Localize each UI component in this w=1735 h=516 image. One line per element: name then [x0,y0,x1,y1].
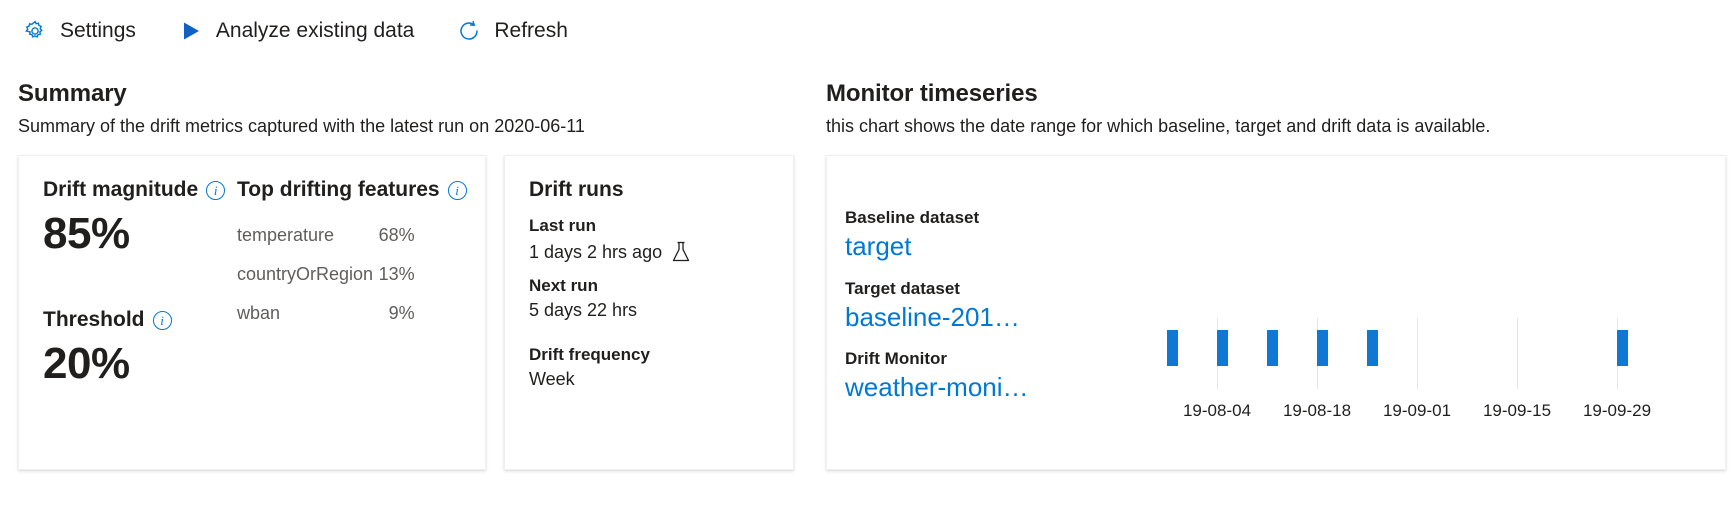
drift-runs-title: Drift runs [529,178,624,201]
chart-bar[interactable] [1167,330,1178,366]
drift-magnitude-header: Drift magnitude i [43,178,237,202]
gear-icon [22,18,48,44]
list-item: temperature 68% [237,216,467,255]
drift-frequency-label: Drift frequency [529,345,650,364]
x-axis-tick-label: 19-08-04 [1182,401,1252,420]
target-dataset-label: Target dataset [845,278,960,298]
top-drifting-features-block: Top drifting features i temperature 68% … [237,178,467,389]
timeseries-card: Baseline dataset target Target dataset b… [826,155,1726,470]
refresh-icon [456,18,482,44]
baseline-dataset-link[interactable]: target [845,230,1045,263]
x-axis-tick-label: 19-08-18 [1282,401,1352,420]
list-item: countryOrRegion 13% [237,255,467,294]
timeseries-card-row: Baseline dataset target Target dataset b… [826,155,1726,470]
monitor-timeseries-column: Monitor timeseries this chart shows the … [826,62,1726,470]
summary-cards-row: Drift magnitude i 85% Threshold i 20% To… [18,155,798,470]
next-run-label: Next run [529,276,598,295]
command-bar: Settings Analyze existing data Refresh [0,0,1735,62]
drift-monitor-label: Drift Monitor [845,349,947,368]
threshold-header: Threshold i [43,308,237,332]
list-item: wban 9% [237,294,467,333]
gridline [1417,318,1418,389]
chart-bar[interactable] [1217,330,1228,366]
summary-column: Summary Summary of the drift metrics cap… [18,62,798,470]
threshold-value: 20% [43,339,130,389]
baseline-dataset-label: Baseline dataset [845,208,980,227]
drift-magnitude-value: 85% [43,209,130,258]
last-run-label: Last run [529,216,597,235]
settings-label: Settings [60,19,136,42]
x-axis-tick-label: 19-09-01 [1382,401,1452,420]
target-dataset-link[interactable]: baseline-201… [845,301,1045,334]
top-drifting-features-info-icon[interactable]: i [447,180,467,200]
threshold-block: Threshold i 20% [43,308,237,388]
monitor-timeseries-title: Monitor timeseries [826,80,1038,107]
feature-percent: 68% [378,225,415,245]
play-icon [178,18,204,44]
refresh-label: Refresh [494,19,568,42]
drift-frequency-value: Week [529,369,575,389]
threshold-info-icon[interactable]: i [152,310,172,330]
threshold-label: Threshold [43,308,145,332]
x-axis-tick-label: 19-09-15 [1482,401,1552,420]
flask-icon[interactable] [670,240,692,264]
last-run-value-row: 1 days 2 hrs ago [529,240,769,264]
summary-subtitle: Summary of the drift metrics captured wi… [18,116,585,136]
chart-bar[interactable] [1617,330,1628,366]
drift-magnitude-label: Drift magnitude [43,178,199,201]
timeseries-chart: 19-08-04 19-08-18 19-09-01 19-09-15 19-0… [1045,178,1725,447]
gridline [1517,318,1518,389]
refresh-button[interactable]: Refresh [452,9,572,53]
top-drifting-features-label: Top drifting features [237,178,440,201]
chart-bar[interactable] [1317,330,1328,366]
feature-name: wban [237,303,281,323]
monitor-timeseries-subtitle: this chart shows the date range for whic… [826,116,1491,136]
top-drifting-features-header: Top drifting features i [237,178,467,202]
page-body: Summary Summary of the drift metrics cap… [0,62,1735,470]
chart-bar[interactable] [1367,330,1378,366]
drift-monitor-link[interactable]: weather-moni… [845,371,1045,404]
timeseries-legend: Baseline dataset target Target dataset b… [845,178,1045,447]
feature-percent: 9% [388,303,415,323]
settings-button[interactable]: Settings [18,9,140,53]
analyze-existing-data-label: Analyze existing data [215,19,415,42]
next-run-value: 5 days 22 hrs [529,300,638,320]
summary-title: Summary [18,80,127,107]
feature-name: countryOrRegion [237,264,374,284]
drift-magnitude-info-icon[interactable]: i [206,180,226,200]
chart-bar[interactable] [1267,330,1278,366]
feature-name: temperature [237,225,335,245]
summary-metrics-card: Drift magnitude i 85% Threshold i 20% To… [18,155,486,470]
feature-percent: 13% [378,264,415,284]
drift-runs-card: Drift runs Last run 1 days 2 hrs ago Nex… [504,155,794,470]
feature-list: temperature 68% countryOrRegion 13% wban… [237,216,467,333]
last-run-value: 1 days 2 hrs ago [529,241,663,262]
drift-magnitude-block: Drift magnitude i 85% Threshold i 20% [43,178,237,389]
analyze-existing-data-button[interactable]: Analyze existing data [174,9,418,53]
x-axis-tick-label: 19-09-29 [1582,401,1652,420]
